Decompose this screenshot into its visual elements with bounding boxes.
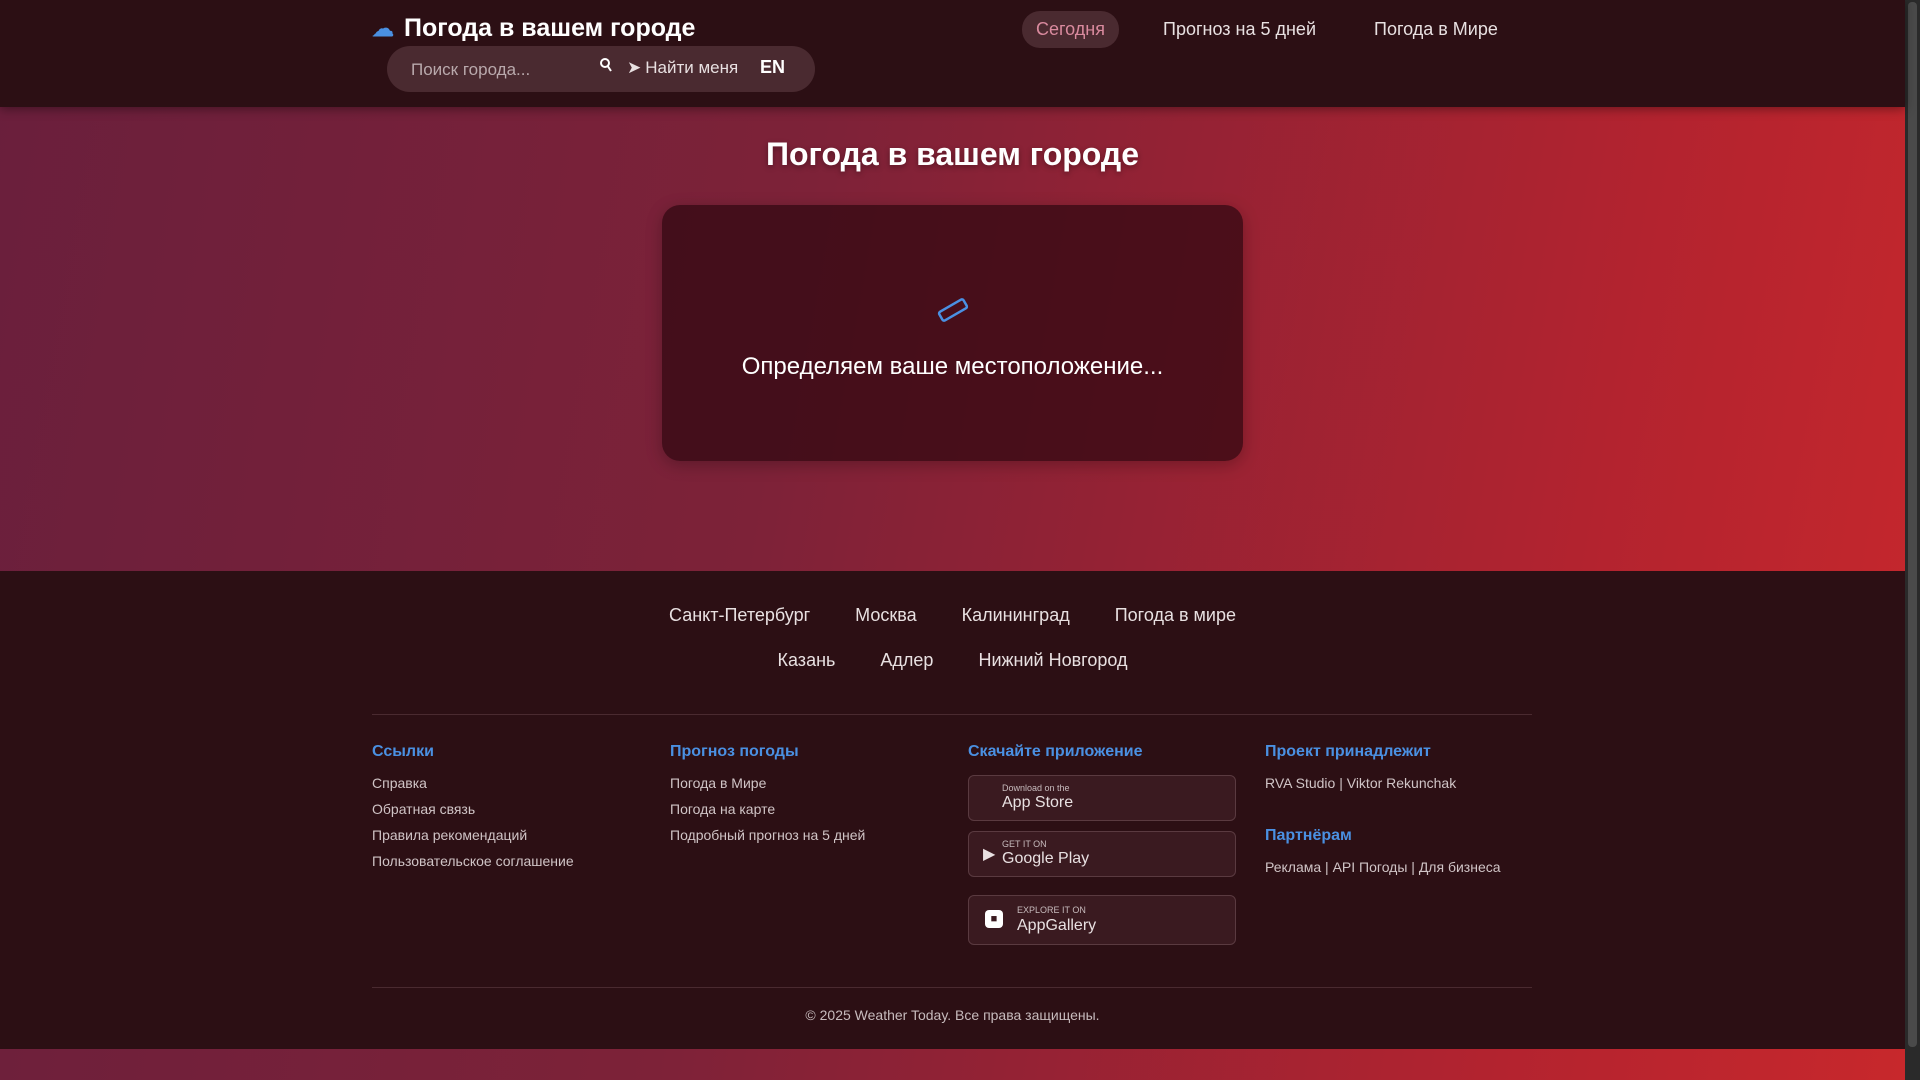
main-nav: Сегодня Прогноз на 5 дней Погода в Мире [1022, 11, 1542, 48]
link-rva-studio[interactable]: RVA Studio [1265, 775, 1335, 791]
cloud-icon: ☁ [372, 15, 394, 41]
page-scrollbar[interactable] [1905, 0, 1920, 1080]
app-gallery-icon: ■ [985, 910, 1003, 928]
brand-title: Погода в вашем городе [404, 14, 696, 42]
find-me-label: Найти меня [645, 58, 739, 77]
search-bar: ➤ Найти меня EN [387, 46, 815, 92]
footer-links-column: Ссылки Справка Обратная связь Правила ре… [372, 743, 642, 879]
city-link[interactable]: Нижний Новгород [978, 650, 1127, 671]
link-weather-api[interactable]: API Погоды [1333, 859, 1408, 875]
link-viktor-rekunchak[interactable]: Viktor Rekunchak [1347, 775, 1456, 791]
partners-heading: Партнёрам [1265, 827, 1352, 844]
tab-5-day-forecast[interactable]: Прогноз на 5 дней [1149, 11, 1330, 48]
footer-owner-column: Проект принадлежит RVA Studio | Viktor R… [1265, 743, 1535, 875]
location-loading-card: Определяем ваше местоположение... [662, 205, 1243, 461]
footer-forecast-column: Прогноз погоды Погода в Мире Погода на к… [670, 743, 940, 853]
footer-divider [372, 987, 1532, 988]
city-link[interactable]: Адлер [880, 650, 933, 671]
forecast-heading: Прогноз погоды [670, 743, 799, 760]
owner-heading: Проект принадлежит [1265, 743, 1431, 760]
apps-heading: Скачайте приложение [968, 743, 1143, 760]
popular-cities: Санкт-Петербург Москва Калининград Погод… [0, 605, 1905, 695]
link-feedback[interactable]: Обратная связь [372, 801, 642, 817]
footer-apps-column: Скачайте приложение Download on the App … [968, 743, 1238, 955]
copyright-text: © 2025 Weather Today. Все права защищены… [805, 1007, 1100, 1023]
link-help[interactable]: Справка [372, 775, 642, 791]
app-store-button[interactable]: Download on the App Store [968, 775, 1236, 821]
google-play-icon: ▶ [983, 846, 996, 863]
link-for-business[interactable]: Для бизнеса [1419, 859, 1501, 875]
find-me-button[interactable]: ➤ Найти меня [627, 58, 738, 78]
loading-message: Определяем ваше местоположение... [741, 353, 1164, 380]
search-icon[interactable] [600, 58, 612, 77]
partner-links: Реклама | API Погоды | Для бизнеса [1265, 859, 1501, 875]
link-recommendation-rules[interactable]: Правила рекомендаций [372, 827, 642, 843]
link-world-weather[interactable]: Погода в Мире [670, 775, 940, 791]
footer-divider [372, 714, 1532, 715]
google-play-button[interactable]: ▶ GET IT ON Google Play [968, 831, 1236, 877]
owner-links: RVA Studio | Viktor Rekunchak [1265, 775, 1457, 791]
page-title: Погода в вашем городе [765, 136, 1140, 172]
store-small-label: Download on the [1002, 783, 1070, 793]
link-detailed-forecast[interactable]: Подробный прогноз на 5 дней [670, 827, 940, 843]
site-header: ☁ Погода в вашем городе ➤ Найти меня EN … [0, 0, 1905, 107]
tab-world-weather[interactable]: Погода в Мире [1360, 11, 1512, 48]
link-weather-map[interactable]: Погода на карте [670, 801, 940, 817]
scrollbar-thumb[interactable] [1908, 2, 1917, 1047]
spinner-icon [937, 298, 969, 322]
link-user-agreement[interactable]: Пользовательское соглашение [372, 853, 642, 869]
store-big-label: Google Play [1002, 850, 1090, 867]
city-link[interactable]: Санкт-Петербург [669, 605, 810, 626]
site-footer: Санкт-Петербург Москва Калининград Погод… [0, 571, 1905, 1049]
app-gallery-button[interactable]: ■ EXPLORE IT ON AppGallery [968, 895, 1236, 945]
city-link[interactable]: Погода в мире [1115, 605, 1236, 626]
city-link[interactable]: Калининград [962, 605, 1070, 626]
store-big-label: App Store [1002, 794, 1074, 811]
location-icon: ➤ [627, 58, 642, 77]
brand-logo[interactable]: ☁ Погода в вашем городе [372, 14, 695, 43]
store-big-label: AppGallery [1017, 917, 1097, 934]
links-heading: Ссылки [372, 743, 434, 760]
tab-today[interactable]: Сегодня [1022, 11, 1119, 48]
link-advertising[interactable]: Реклама [1265, 859, 1321, 875]
store-small-label: EXPLORE IT ON [1017, 905, 1086, 915]
city-link[interactable]: Москва [855, 605, 916, 626]
language-switch[interactable]: EN [760, 57, 785, 78]
search-input[interactable] [409, 57, 583, 83]
store-small-label: GET IT ON [1002, 839, 1047, 849]
city-link[interactable]: Казань [778, 650, 836, 671]
